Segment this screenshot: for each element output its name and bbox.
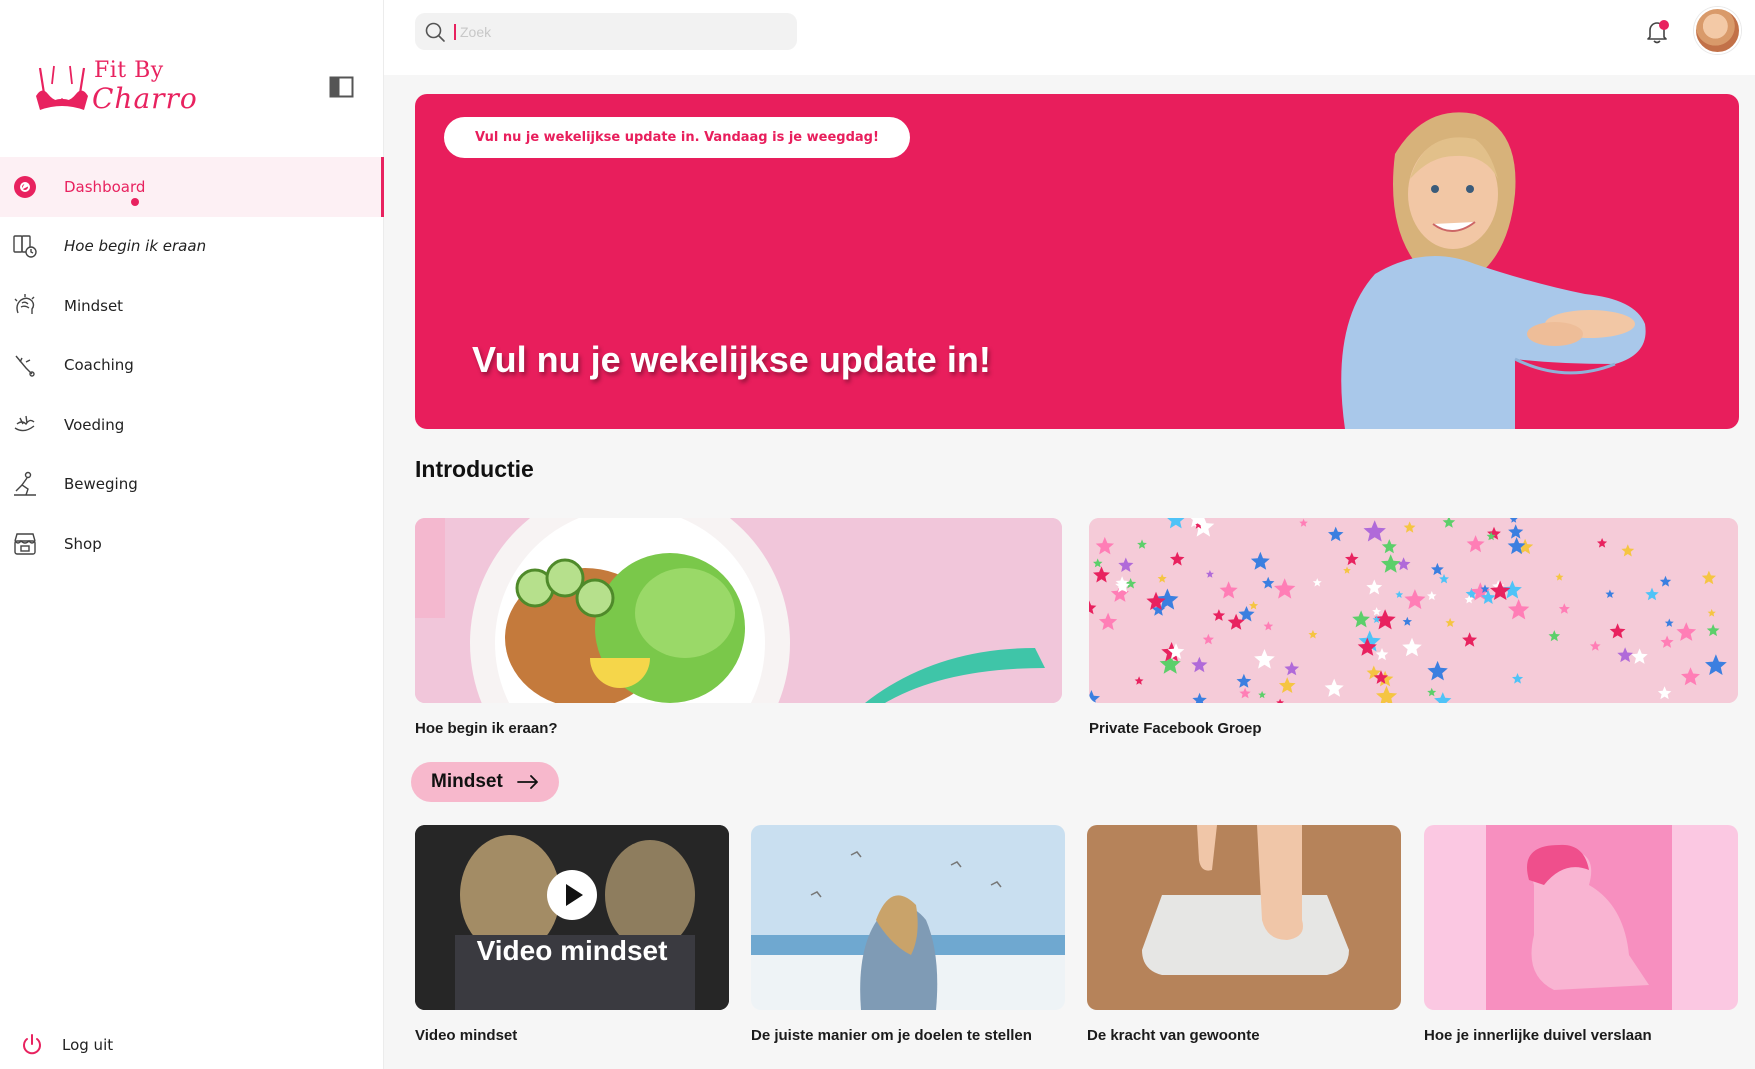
confetti-stars-image [1089, 518, 1738, 703]
play-icon[interactable] [547, 870, 597, 920]
user-avatar[interactable] [1694, 7, 1741, 54]
mindset-section-link[interactable]: Mindset [411, 762, 559, 802]
paper-figure-image [1424, 825, 1738, 1010]
scale-feet-image [1087, 825, 1401, 1010]
sidebar-item-label: Shop [64, 534, 102, 553]
logo-mark-icon [36, 65, 88, 110]
coaching-notification-dot [131, 198, 139, 206]
video-overlay-title: Video mindset [476, 935, 668, 966]
sidebar-item-label: Coaching [64, 356, 134, 375]
sidebar-item-beweging[interactable]: Beweging [0, 455, 384, 515]
coaching-icon [12, 352, 38, 378]
mindset-card-caption[interactable]: De juiste manier om je doelen te stellen [751, 1027, 1032, 1044]
shop-icon [12, 531, 38, 557]
sidebar-item-label: Voeding [64, 415, 125, 434]
mindset-card-doelen-image[interactable] [751, 825, 1065, 1010]
sidebar-item-hoe-begin-ik-eraan[interactable]: Hoe begin ik eraan [0, 217, 384, 277]
mindset-card-caption[interactable]: Hoe je innerlijke duivel verslaan [1424, 1027, 1652, 1044]
brain-icon [12, 293, 38, 319]
sidebar-item-shop[interactable]: Shop [0, 514, 384, 574]
hero-title: Vul nu je wekelijkse update in! [472, 339, 991, 380]
intro-card-facebook-image[interactable] [1089, 518, 1738, 703]
sidebar-item-dashboard[interactable]: Dashboard [0, 157, 384, 217]
mindset-card-duivel-image[interactable] [1424, 825, 1738, 1010]
logo-text-line1: Fit By [94, 58, 164, 83]
intro-section-title: Introductie [415, 456, 534, 482]
arrow-right-icon [516, 775, 538, 789]
intro-card-caption[interactable]: Private Facebook Groep [1089, 720, 1262, 737]
notifications-button[interactable] [1643, 18, 1671, 46]
intro-card-hoe-begin-image[interactable] [415, 518, 1062, 703]
sidebar-item-label: Beweging [64, 475, 138, 494]
food-icon [12, 412, 38, 438]
sidebar-item-label: Dashboard [64, 177, 146, 196]
search-input[interactable] [454, 23, 754, 40]
mindset-chip-label: Mindset [431, 771, 503, 792]
mindset-card-video-image[interactable]: Video mindset [415, 825, 729, 1010]
sidebar-item-coaching[interactable]: Coaching [0, 198, 384, 396]
search-icon [425, 22, 445, 42]
sidebar-item-voeding[interactable]: Voeding [0, 395, 384, 455]
sidebar-item-mindset[interactable]: Mindset [0, 276, 384, 336]
collapse-sidebar-button[interactable] [329, 76, 354, 98]
sidebar-item-label: Mindset [64, 296, 124, 315]
hero-person-image [1341, 112, 1646, 429]
bell-icon [1647, 20, 1669, 44]
sidebar-toggle-icon [329, 76, 354, 98]
dashboard-icon [12, 174, 38, 200]
brand-logo[interactable]: Fit By Charro [34, 56, 197, 118]
mindset-card-gewoonte-image[interactable] [1087, 825, 1401, 1010]
sidebar: Fit By Charro Dashboard Hoe begin ik era… [0, 0, 384, 1069]
sidebar-nav: Dashboard Hoe begin ik eraan Mindset Coa… [0, 157, 384, 574]
logout-button[interactable]: Log uit [20, 1033, 113, 1057]
mindset-card-caption[interactable]: Video mindset [415, 1027, 517, 1044]
exercise-icon [12, 471, 38, 497]
hero-banner[interactable]: Vul nu je wekelijkse update in. Vandaag … [415, 94, 1739, 429]
logout-label: Log uit [62, 1036, 114, 1054]
topbar [384, 0, 1755, 75]
sidebar-item-label: Hoe begin ik eraan [64, 237, 207, 256]
healthy-bowl-image [415, 518, 1062, 703]
start-guide-icon [12, 233, 38, 259]
intro-card-caption[interactable]: Hoe begin ik eraan? [415, 720, 558, 737]
search-bar[interactable] [415, 13, 797, 50]
power-icon [23, 1034, 41, 1055]
weekly-update-pill[interactable]: Vul nu je wekelijkse update in. Vandaag … [444, 117, 910, 158]
logo-text-line2: Charro [92, 82, 198, 115]
beach-woman-image [751, 825, 1065, 1010]
mindset-card-caption[interactable]: De kracht van gewoonte [1087, 1027, 1260, 1044]
